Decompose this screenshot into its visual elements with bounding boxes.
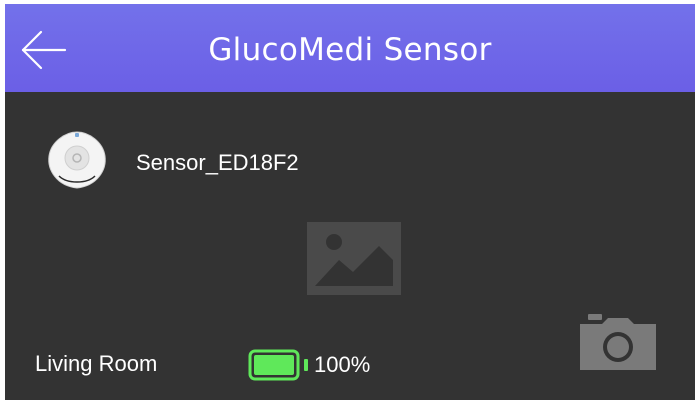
- camera-button[interactable]: [578, 312, 658, 372]
- back-button[interactable]: [21, 30, 67, 70]
- sensor-device-icon: [45, 128, 109, 192]
- battery-fill: [254, 355, 294, 375]
- battery-icon: [248, 349, 312, 381]
- header-bar: GlucoMedi Sensor: [5, 4, 695, 92]
- screen: GlucoMedi Sensor Sensor_ED18F2 Living Ro…: [5, 4, 695, 400]
- location-label: Living Room: [35, 351, 158, 376]
- page-title: GlucoMedi Sensor: [208, 32, 492, 68]
- battery-percent: 100%: [314, 352, 371, 377]
- arrow-left-icon: [21, 30, 67, 70]
- device-name: Sensor_ED18F2: [136, 150, 299, 175]
- image-placeholder-icon[interactable]: [307, 222, 401, 295]
- camera-icon: [580, 314, 656, 370]
